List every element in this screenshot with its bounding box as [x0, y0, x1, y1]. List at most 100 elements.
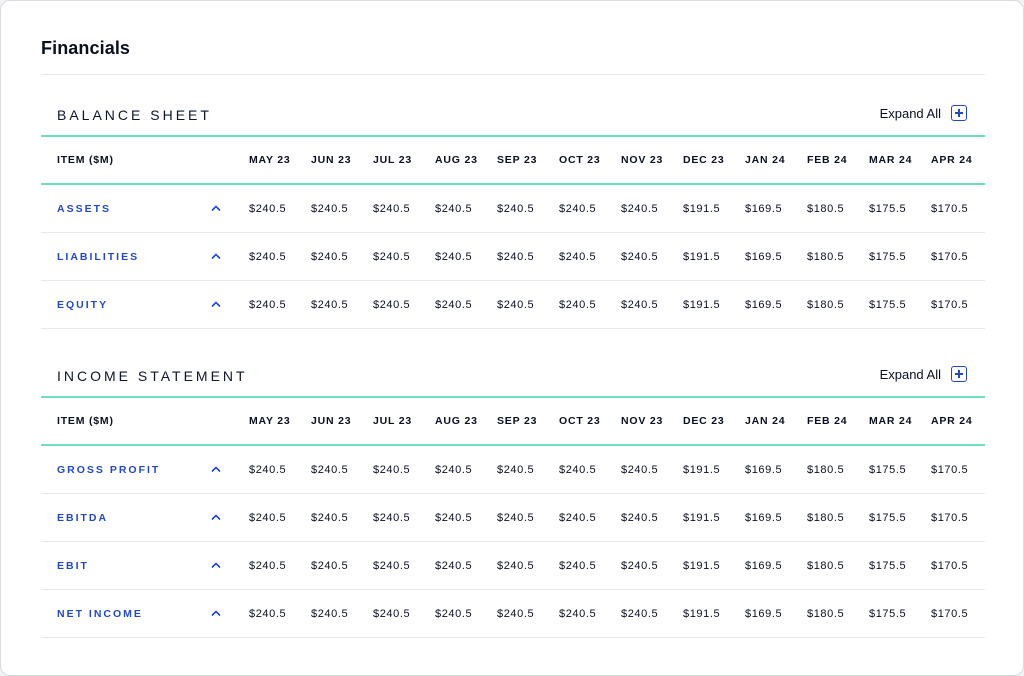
value-cell: $240.5 [249, 250, 287, 263]
chevron-up-icon[interactable] [211, 233, 221, 280]
column-header-month: FEB 24 [807, 415, 848, 427]
value-cell: $180.5 [807, 511, 845, 524]
value-cell: $240.5 [559, 463, 597, 476]
value-cell: $240.5 [311, 607, 349, 620]
value-cell: $240.5 [621, 202, 659, 215]
column-header-month: MAY 23 [249, 415, 291, 427]
value-cell: $240.5 [497, 298, 535, 311]
expand-all-button[interactable]: Expand All [880, 105, 967, 121]
column-header-month: MAR 24 [869, 154, 913, 166]
column-header-month: JAN 24 [745, 415, 786, 427]
column-header-month: OCT 23 [559, 154, 601, 166]
row-label[interactable]: EBIT [57, 542, 89, 589]
table-row: ASSETS $240.5 $240.5 $240.5 $240.5 $240.5 $240… [41, 185, 985, 233]
column-header-month: JAN 24 [745, 154, 786, 166]
value-cell: $240.5 [373, 250, 411, 263]
chevron-up-icon[interactable] [211, 590, 221, 637]
column-header-month: MAR 24 [869, 415, 913, 427]
value-cell: $240.5 [435, 559, 473, 572]
title-divider [41, 74, 985, 75]
income-statement-section: INCOME STATEMENT Expand All ITEM ($M) MAY 2… [41, 360, 985, 638]
column-header-month: NOV 23 [621, 415, 664, 427]
table-row: LIABILITIES $240.5 $240.5 $240.5 $240.5 $240.… [41, 233, 985, 281]
value-cell: $180.5 [807, 298, 845, 311]
value-cell: $170.5 [931, 202, 969, 215]
value-cell: $240.5 [249, 463, 287, 476]
value-cell: $170.5 [931, 559, 969, 572]
value-cell: $240.5 [559, 298, 597, 311]
value-cell: $170.5 [931, 463, 969, 476]
column-header-item: ITEM ($M) [57, 415, 114, 427]
balance-sheet-section: BALANCE SHEET Expand All ITEM ($M) MAY 23 JU… [41, 99, 985, 329]
value-cell: $170.5 [931, 511, 969, 524]
column-header-month: FEB 24 [807, 154, 848, 166]
column-header-month: APR 24 [931, 415, 973, 427]
value-cell: $191.5 [683, 511, 721, 524]
value-cell: $240.5 [435, 202, 473, 215]
value-cell: $180.5 [807, 559, 845, 572]
value-cell: $240.5 [311, 202, 349, 215]
chevron-up-icon[interactable] [211, 446, 221, 493]
column-header-month: SEP 23 [497, 154, 538, 166]
row-label[interactable]: EBITDA [57, 494, 108, 541]
value-cell: $240.5 [311, 511, 349, 524]
section-title: INCOME STATEMENT [57, 368, 248, 384]
chevron-up-icon[interactable] [211, 185, 221, 232]
value-cell: $170.5 [931, 298, 969, 311]
table-row: EQUITY $240.5 $240.5 $240.5 $240.5 $240.5 $240… [41, 281, 985, 329]
column-header-month: JUL 23 [373, 154, 413, 166]
column-header-month: AUG 23 [435, 154, 478, 166]
plus-square-icon [951, 366, 967, 382]
value-cell: $240.5 [373, 511, 411, 524]
value-cell: $240.5 [249, 511, 287, 524]
column-header-month: JUN 23 [311, 415, 352, 427]
value-cell: $180.5 [807, 250, 845, 263]
row-label[interactable]: EQUITY [57, 281, 108, 328]
row-label[interactable]: NET INCOME [57, 590, 143, 637]
plus-square-icon [951, 105, 967, 121]
column-header-month: OCT 23 [559, 415, 601, 427]
value-cell: $175.5 [869, 511, 907, 524]
column-header-month: DEC 23 [683, 415, 725, 427]
value-cell: $191.5 [683, 607, 721, 620]
expand-all-label: Expand All [879, 366, 941, 382]
value-cell: $240.5 [559, 607, 597, 620]
table-row: EBITDA $240.5 $240.5 $240.5 $240.5 $240.5 $240… [41, 494, 985, 542]
balance-sheet-header: BALANCE SHEET Expand All [41, 99, 985, 137]
value-cell: $240.5 [621, 298, 659, 311]
column-header-month: APR 24 [931, 154, 973, 166]
value-cell: $240.5 [497, 202, 535, 215]
value-cell: $240.5 [559, 511, 597, 524]
chevron-up-icon[interactable] [211, 542, 221, 589]
value-cell: $180.5 [807, 463, 845, 476]
value-cell: $240.5 [373, 607, 411, 620]
value-cell: $240.5 [497, 607, 535, 620]
section-title: BALANCE SHEET [57, 107, 212, 123]
value-cell: $240.5 [559, 250, 597, 263]
value-cell: $191.5 [683, 298, 721, 311]
column-header-month: NOV 23 [621, 154, 664, 166]
value-cell: $191.5 [683, 250, 721, 263]
chevron-up-icon[interactable] [211, 281, 221, 328]
expand-all-button[interactable]: Expand All [880, 366, 967, 382]
column-header-month: JUN 23 [311, 154, 352, 166]
value-cell: $175.5 [869, 607, 907, 620]
value-cell: $240.5 [311, 559, 349, 572]
row-label[interactable]: LIABILITIES [57, 233, 139, 280]
column-header-month: JUL 23 [373, 415, 413, 427]
value-cell: $240.5 [497, 511, 535, 524]
row-label[interactable]: GROSS PROFIT [57, 446, 160, 493]
chevron-up-icon[interactable] [211, 494, 221, 541]
value-cell: $170.5 [931, 607, 969, 620]
value-cell: $169.5 [745, 202, 783, 215]
table-header-row: ITEM ($M) MAY 23 JUN 23 JUL 23 AUG 23 SEP 23 O… [41, 137, 985, 185]
value-cell: $191.5 [683, 202, 721, 215]
value-cell: $175.5 [869, 559, 907, 572]
value-cell: $240.5 [621, 463, 659, 476]
value-cell: $191.5 [683, 559, 721, 572]
expand-all-label: Expand All [879, 105, 941, 121]
income-statement-header: INCOME STATEMENT Expand All [41, 360, 985, 398]
value-cell: $169.5 [745, 250, 783, 263]
column-header-item: ITEM ($M) [57, 154, 114, 166]
row-label[interactable]: ASSETS [57, 185, 111, 232]
